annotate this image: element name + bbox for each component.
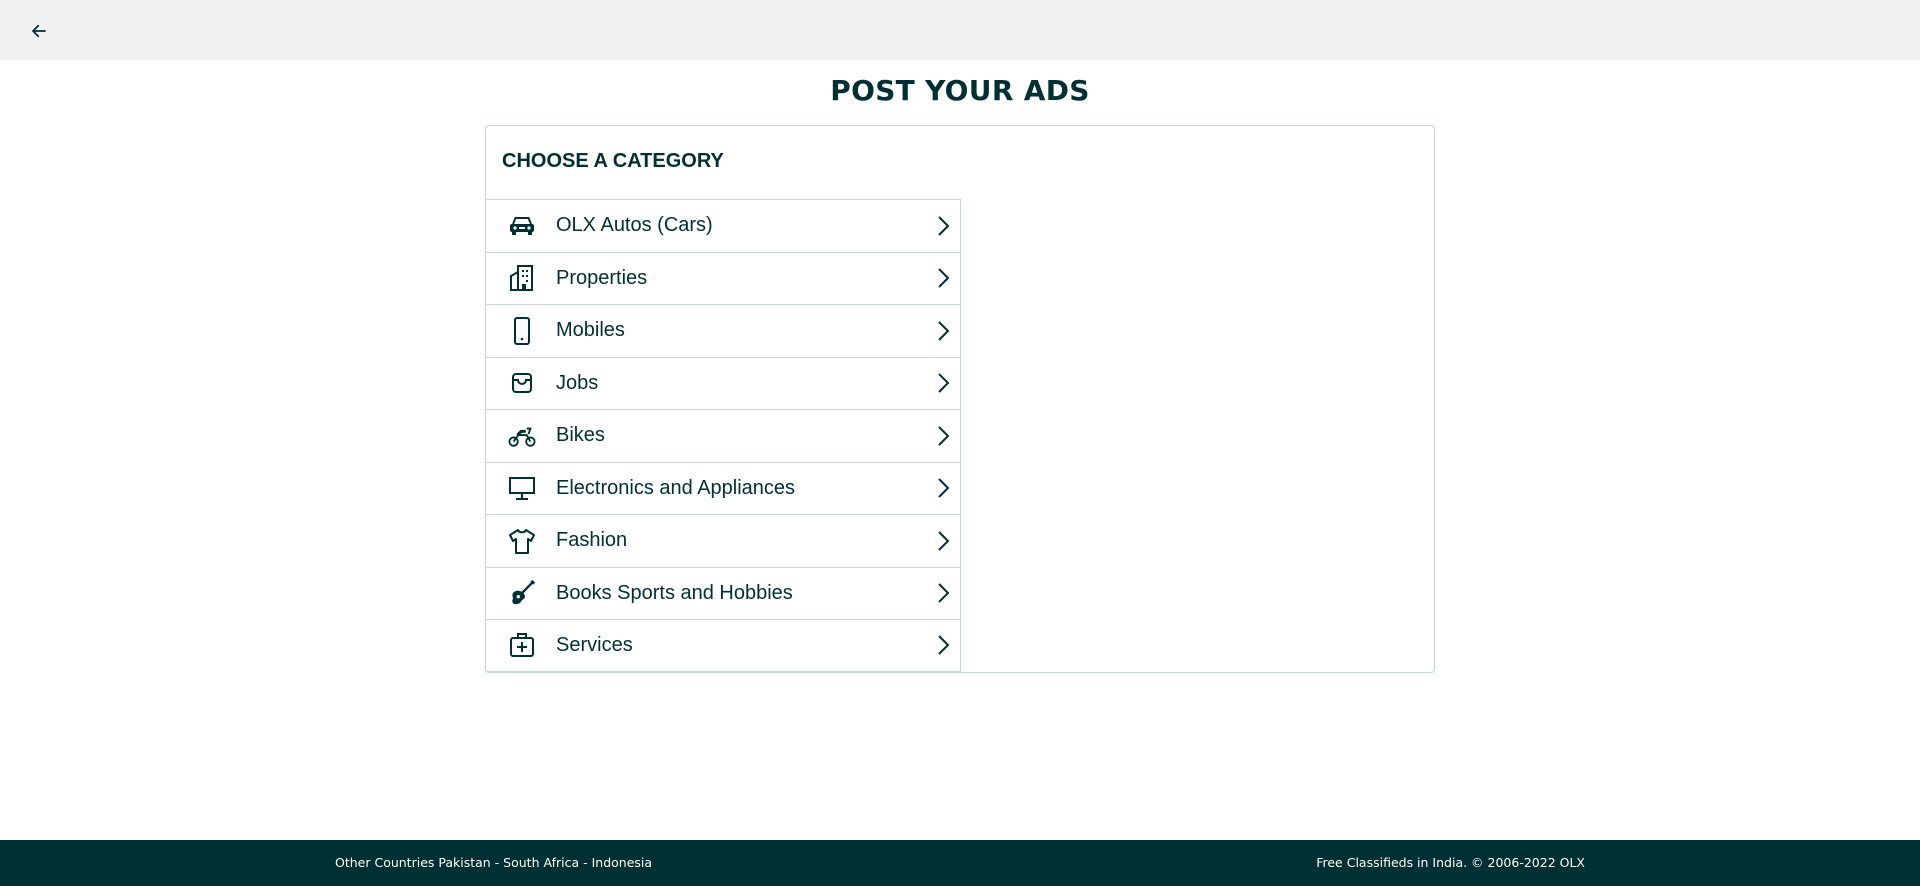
category-label: Electronics and Appliances xyxy=(556,476,796,499)
chevron-right-icon xyxy=(934,476,954,500)
motorbike-icon xyxy=(508,422,536,450)
monitor-icon xyxy=(508,474,536,502)
category-item-mobiles[interactable]: Mobiles xyxy=(486,304,960,357)
category-label: OLX Autos (Cars) xyxy=(556,214,713,237)
category-label: Books Sports and Hobbies xyxy=(556,581,793,604)
chevron-right-icon xyxy=(934,371,954,395)
category-card: CHOOSE A CATEGORY OLX Autos (Cars) Prope… xyxy=(485,125,1435,673)
chevron-right-icon xyxy=(934,319,954,343)
card-heading: CHOOSE A CATEGORY xyxy=(502,150,724,172)
medical-bag-icon xyxy=(508,631,536,659)
chevron-right-icon xyxy=(934,633,954,657)
car-icon xyxy=(508,212,536,240)
footer-copyright-text: Free Classifieds in India. © 2006-2022 O… xyxy=(1316,855,1585,870)
guitar-icon xyxy=(508,579,536,607)
chevron-right-icon xyxy=(934,424,954,448)
mobile-phone-icon xyxy=(508,316,536,345)
category-list: OLX Autos (Cars) Properties Mobiles Jobs… xyxy=(486,199,961,672)
category-item-fashion[interactable]: Fashion xyxy=(486,514,960,567)
category-item-properties[interactable]: Properties xyxy=(486,251,960,305)
top-bar xyxy=(0,0,1920,60)
category-item-electronics[interactable]: Electronics and Appliances xyxy=(486,461,960,515)
arrow-left-icon xyxy=(32,24,46,38)
building-icon xyxy=(508,264,536,292)
chevron-right-icon xyxy=(934,529,954,553)
category-item-books-sports-hobbies[interactable]: Books Sports and Hobbies xyxy=(486,566,960,620)
footer-countries-text: Other Countries Pakistan - South Africa … xyxy=(335,855,653,870)
category-item-olx-autos[interactable]: OLX Autos (Cars) xyxy=(486,199,960,252)
category-item-services[interactable]: Services xyxy=(486,619,960,672)
category-label: Properties xyxy=(556,266,648,289)
category-label: Bikes xyxy=(556,424,605,447)
page-title: POST YOUR ADS xyxy=(830,74,1090,107)
category-label: Mobiles xyxy=(556,319,625,342)
chevron-right-icon xyxy=(934,581,954,605)
category-item-jobs[interactable]: Jobs xyxy=(486,356,960,410)
tshirt-icon xyxy=(508,527,536,555)
category-item-bikes[interactable]: Bikes xyxy=(486,409,960,462)
category-label: Services xyxy=(556,633,633,656)
category-label: Jobs xyxy=(556,371,599,394)
category-label: Fashion xyxy=(556,529,628,552)
chevron-right-icon xyxy=(934,266,954,290)
back-button[interactable] xyxy=(26,18,52,44)
footer: Other Countries Pakistan - South Africa … xyxy=(0,840,1920,886)
chevron-right-icon xyxy=(934,214,954,238)
inbox-tray-icon xyxy=(508,369,536,397)
